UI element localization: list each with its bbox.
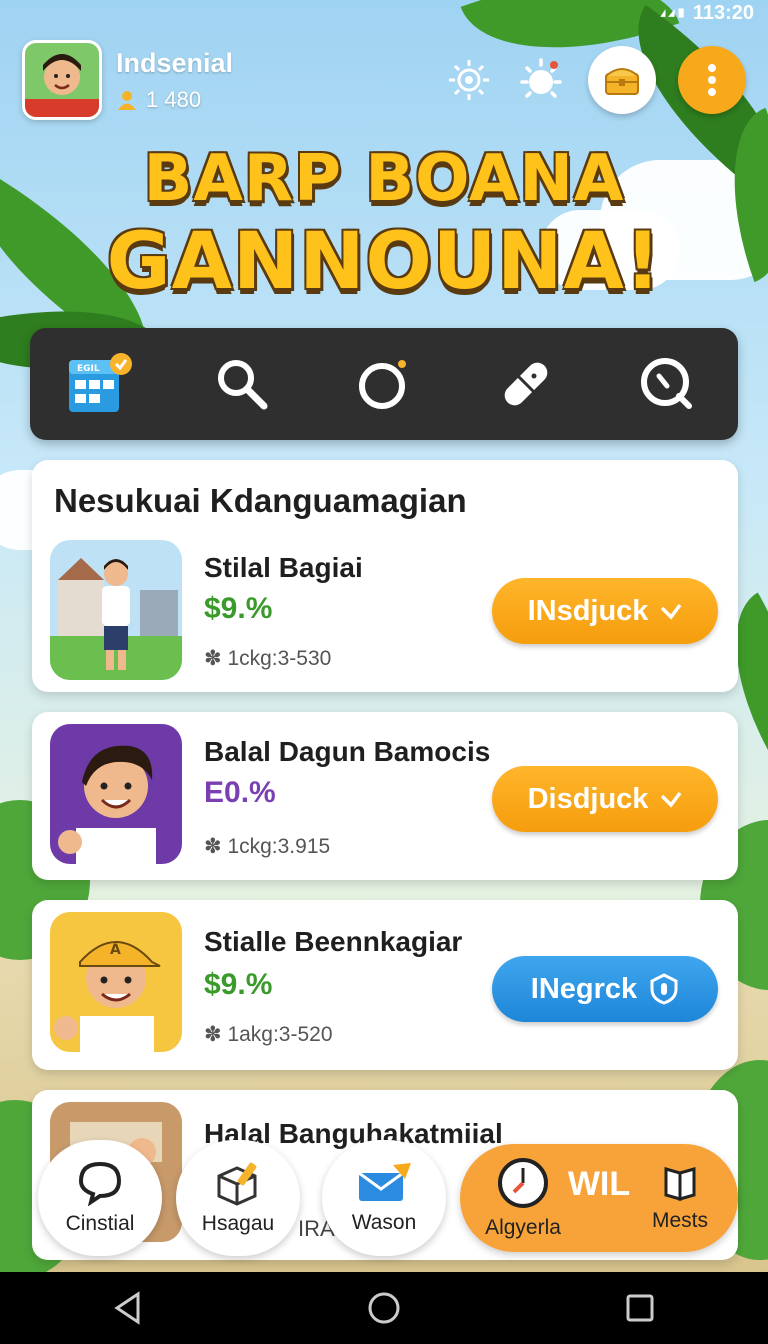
- list-card: Nesukuai Kdanguamagian Stilal Bagiai $9.…: [32, 460, 738, 692]
- promo-label: WIL: [567, 1164, 631, 1203]
- home-circle-icon: [368, 1292, 400, 1324]
- recents-square-icon: [626, 1294, 654, 1322]
- username: Indsenial: [116, 47, 234, 78]
- nav-label: Cinstial: [65, 1212, 135, 1235]
- more-options-button[interactable]: [678, 46, 746, 114]
- recents-button[interactable]: [612, 1280, 668, 1336]
- nav-label: Hsagau: [201, 1212, 275, 1235]
- nav-item-cinstial[interactable]: Cinstial: [38, 1140, 162, 1256]
- tool-bar: EGIL: [30, 328, 738, 440]
- item-thumbnail[interactable]: A: [50, 912, 182, 1052]
- boy-with-cap-image: A: [50, 912, 182, 1052]
- home-button[interactable]: [356, 1280, 412, 1336]
- check-icon: [661, 603, 682, 620]
- search-icon: [218, 360, 268, 410]
- item-button-label: INsdjuck: [527, 594, 649, 627]
- item-action-button[interactable]: INsdjuck: [492, 578, 718, 644]
- status-time: 113:20: [692, 1, 754, 24]
- tool-circle[interactable]: [348, 348, 420, 420]
- clock-search-icon: [641, 358, 693, 409]
- nav-label: Mests: [651, 1209, 708, 1232]
- page-title: BARP BOANA GANNOUNA!: [0, 140, 768, 306]
- nav-item-algyerla[interactable]: Algyerla: [468, 1144, 578, 1252]
- section-heading: Nesukuai Kdanguamagian: [54, 482, 467, 519]
- item-title: Stialle Beennkagiar: [204, 926, 463, 957]
- title-line-2: GANNOUNA!: [106, 217, 662, 307]
- avatar[interactable]: [22, 40, 102, 120]
- nav-label: Algyerla: [485, 1216, 561, 1239]
- system-nav-bar: [0, 1272, 768, 1344]
- item-title: Balal Dagun Bamocis: [204, 736, 491, 767]
- item-button-label: INegrck: [530, 972, 638, 1005]
- kebab-menu-icon: [708, 64, 716, 96]
- list-card: A Stialle Beennkagiar $9.% ✽ 1akg:3-520 …: [32, 900, 738, 1070]
- box-pencil-icon: [217, 1162, 257, 1206]
- status-bar: 113:20: [0, 0, 768, 26]
- pill-icon: [504, 362, 547, 406]
- item-action-button[interactable]: INegrck: [492, 956, 718, 1022]
- nav-item-hsagau[interactable]: Hsagau: [176, 1140, 300, 1256]
- item-action-button[interactable]: Disdjuck: [492, 766, 718, 832]
- chat-bubble-icon: [78, 1161, 122, 1206]
- title-line-1: BARP BOANA: [143, 142, 625, 216]
- nav-item-wason[interactable]: Wason: [322, 1140, 446, 1256]
- item-percent: $9.%: [204, 592, 273, 625]
- nav-group-featured: Algyerla WIL Mests: [460, 1144, 738, 1252]
- mail-icon: [358, 1163, 411, 1201]
- tool-clock-search[interactable]: [631, 348, 703, 420]
- gear-sun-icon[interactable]: [444, 55, 494, 105]
- item-meta: ✽ 1ckg:3-530: [204, 647, 332, 670]
- nav-item-mests[interactable]: Mests: [630, 1144, 730, 1252]
- user-coin-icon: [118, 90, 136, 110]
- user-avatar-icon: [25, 43, 99, 117]
- item-title: Stilal Bagiai: [204, 552, 363, 583]
- book-icon: [664, 1167, 696, 1201]
- calendar-badge: EGIL: [77, 364, 100, 374]
- item-meta: ✽ 1akg:3-520: [204, 1023, 333, 1046]
- coin-count: 1 480: [146, 86, 202, 112]
- item-percent: E0.%: [204, 776, 276, 809]
- list-card: Balal Dagun Bamocis E0.% ✽ 1ckg:3.915 Di…: [32, 712, 738, 880]
- shield-icon: [650, 973, 678, 1005]
- back-button[interactable]: [100, 1280, 156, 1336]
- coin-balance: 1 480: [116, 87, 233, 113]
- boy-in-park-image: [50, 540, 182, 680]
- item-thumbnail[interactable]: [50, 724, 182, 864]
- clock-icon: [498, 1158, 548, 1208]
- treasure-chest-icon: [605, 68, 639, 95]
- item-thumbnail[interactable]: [50, 540, 182, 680]
- item-percent: $9.%: [204, 968, 273, 1001]
- nav-label: Wason: [351, 1211, 417, 1234]
- circle-icon: [358, 360, 406, 409]
- chest-button[interactable]: [588, 46, 656, 114]
- boy-portrait-image: [50, 724, 182, 864]
- tool-search[interactable]: [206, 348, 278, 420]
- back-triangle-icon: [114, 1291, 140, 1325]
- item-button-label: Disdjuck: [527, 782, 649, 815]
- svg-text:A: A: [110, 942, 121, 958]
- check-icon: [661, 791, 682, 808]
- tool-pill[interactable]: [490, 348, 562, 420]
- sun-icon[interactable]: [516, 55, 566, 105]
- calendar-grid-icon: EGIL: [68, 353, 132, 412]
- item-meta: ✽ 1ckg:3.915: [204, 835, 331, 858]
- header: Indsenial 1 480: [22, 40, 746, 120]
- signal-icon: [660, 8, 684, 18]
- tool-calendar[interactable]: EGIL: [65, 348, 137, 420]
